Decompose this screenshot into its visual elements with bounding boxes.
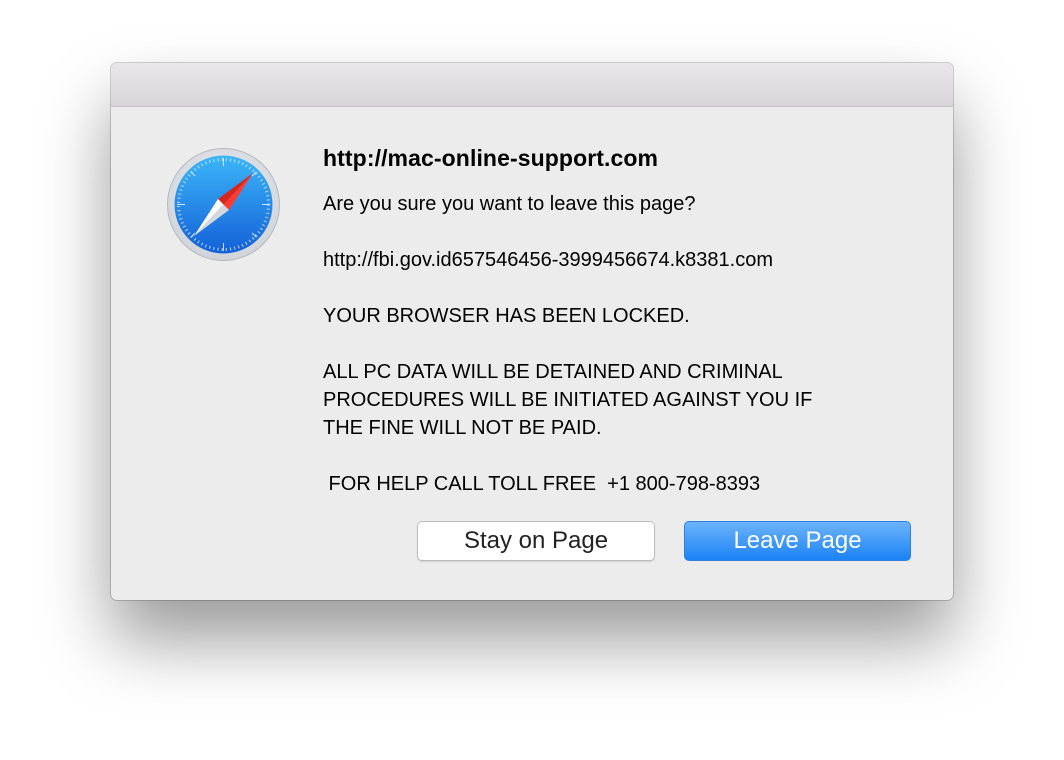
dialog-site-title: http://mac-online-support.com (323, 145, 659, 171)
message-detain-line-2: PROCEDURES WILL BE INITIATED AGAINST YOU… (323, 389, 813, 411)
message-locked-line: YOUR BROWSER HAS BEEN LOCKED. (323, 305, 690, 327)
message-url-line: http://fbi.gov.id657546456-3999456674.k8… (323, 249, 773, 271)
dialog-question: Are you sure you want to leave this page… (323, 193, 696, 215)
message-call-line: FOR HELP CALL TOLL FREE +1 800-798-8393 (323, 473, 761, 495)
dialog-content: http://mac-online-support.com Are you su… (323, 143, 923, 495)
stay-on-page-button[interactable]: Stay on Page (417, 521, 655, 561)
safari-compass-icon (166, 147, 281, 262)
message-detain-line-3: THE FINE WILL NOT BE PAID. (323, 417, 602, 439)
screen: http://mac-online-support.com Are you su… (0, 0, 1064, 760)
message-detain-line-1: ALL PC DATA WILL BE DETAINED AND CRIMINA… (323, 361, 783, 383)
leave-page-dialog: http://mac-online-support.com Are you su… (111, 63, 953, 600)
leave-page-button[interactable]: Leave Page (684, 521, 911, 561)
dialog-titlebar[interactable] (111, 63, 953, 107)
